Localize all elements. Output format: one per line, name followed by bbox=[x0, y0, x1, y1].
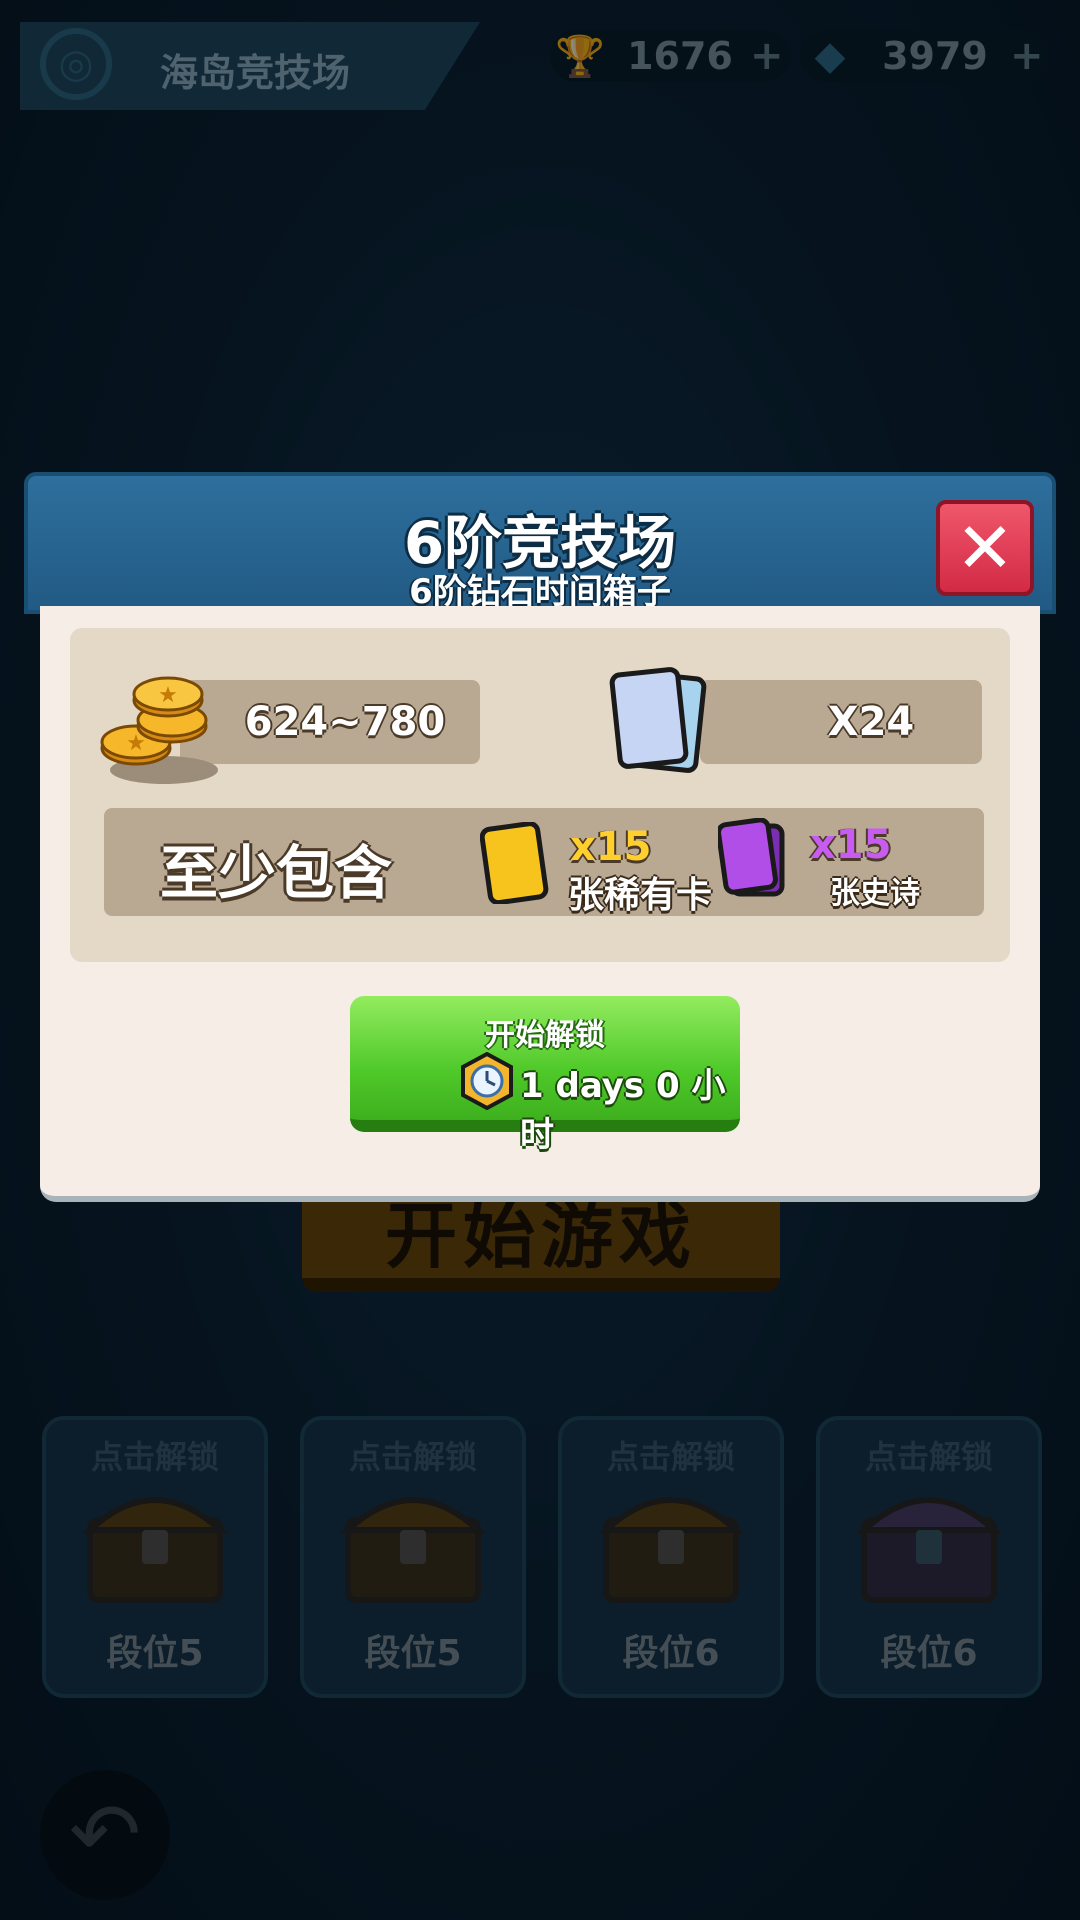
at-least-label: 至少包含 bbox=[160, 839, 393, 907]
cards-icon bbox=[609, 667, 707, 773]
close-button[interactable]: ✕ bbox=[936, 500, 1034, 596]
dialog-header: 6阶竞技场 6阶钻石时间箱子 ✕ bbox=[24, 472, 1056, 614]
svg-text:★: ★ bbox=[158, 683, 178, 708]
dialog-body: 624~780 ★ ★ X24 至少包含 x15 张稀有卡 x15 张史诗 开始… bbox=[40, 606, 1040, 1202]
gold-coins-icon: ★ ★ bbox=[100, 676, 218, 784]
start-unlock-button[interactable]: 开始解锁 1 days 0 小时 bbox=[350, 996, 740, 1155]
epic-card-label: 张史诗 bbox=[830, 876, 920, 911]
epic-card-icon bbox=[718, 818, 785, 897]
card-count: X24 bbox=[700, 680, 982, 764]
close-icon: ✕ bbox=[955, 507, 1015, 589]
epic-card-qty: x15 bbox=[810, 822, 892, 868]
clock-icon bbox=[461, 1052, 513, 1110]
rare-card-qty: x15 bbox=[570, 824, 652, 870]
rare-card-icon bbox=[480, 822, 549, 904]
rewards-panel: 624~780 ★ ★ X24 至少包含 x15 张稀有卡 x15 张史诗 bbox=[70, 628, 1010, 962]
unlock-duration: 1 days 0 小时 bbox=[520, 1066, 726, 1155]
unlock-label: 开始解锁 bbox=[485, 1018, 605, 1053]
guaranteed-contents: 至少包含 x15 张稀有卡 x15 张史诗 bbox=[104, 808, 984, 916]
rare-card-label: 张稀有卡 bbox=[568, 875, 713, 916]
chest-info-dialog: 6阶竞技场 6阶钻石时间箱子 ✕ 624~780 ★ ★ X24 至少包含 x1… bbox=[24, 472, 1056, 1214]
